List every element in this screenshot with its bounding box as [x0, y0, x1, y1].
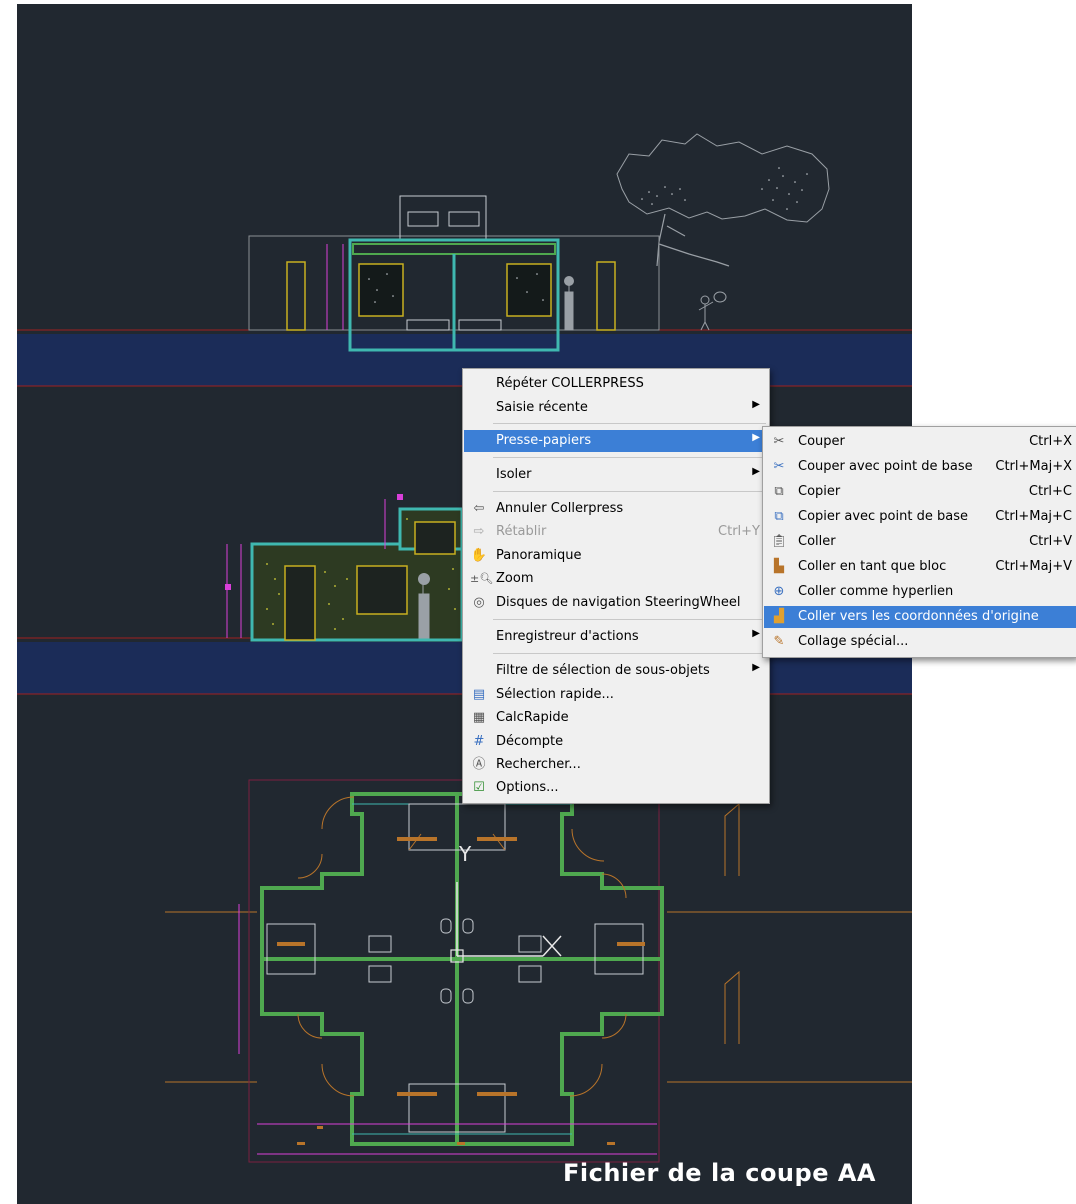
submenu-item-copy[interactable]: ⧉ Copier Ctrl+C: [764, 481, 1076, 503]
caption: Fichier de la coupe AA: [563, 1159, 876, 1187]
pan-hand-icon: ✋: [470, 548, 488, 563]
cut-icon: ✂: [773, 434, 785, 449]
undo-icon: ⇦: [473, 501, 485, 516]
submenu-item-paste-as-hyperlink[interactable]: ⊕ Coller comme hyperlien: [764, 581, 1076, 603]
copy-icon: ⧉: [774, 484, 784, 499]
submenu-arrow-icon: ▶: [752, 432, 760, 443]
child-figure: [698, 291, 727, 331]
paste-original-coords-icon: ▟: [774, 609, 784, 624]
cut-basepoint-icon: ✂: [773, 459, 785, 474]
clipboard-submenu: ✂ Couper Ctrl+X ✂ Couper avec point de b…: [762, 426, 1076, 658]
menu-item-clipboard[interactable]: Presse-papiers ▶: [464, 430, 768, 452]
paste-hyperlink-icon: ⊕: [773, 584, 785, 599]
menu-item-steeringwheel[interactable]: ◎ Disques de navigation SteeringWheel: [464, 592, 768, 614]
menu-item-options[interactable]: ☑ Options...: [464, 777, 768, 799]
menu-item-pan[interactable]: ✋ Panoramique: [464, 545, 768, 567]
tree-canopy: [616, 133, 830, 223]
menu-item-repeat-collerpress[interactable]: Répéter COLLERPRESS: [464, 373, 768, 395]
submenu-item-paste-as-block[interactable]: ▙ Coller en tant que bloc Ctrl+Maj+V: [764, 556, 1076, 578]
submenu-item-paste-original-coords[interactable]: ▟ Coller vers les coordonnées d'origine: [764, 606, 1076, 628]
menu-item-redo[interactable]: ⇨ Rétablir Ctrl+Y: [464, 521, 768, 543]
options-checkbox-icon: ☑: [473, 780, 485, 795]
menu-item-subobject-filter[interactable]: Filtre de sélection de sous-objets ▶: [464, 660, 768, 682]
submenu-item-copy-basepoint[interactable]: ⧉ Copier avec point de base Ctrl+Maj+C: [764, 506, 1076, 528]
submenu-arrow-icon: ▶: [752, 628, 760, 639]
submenu-item-cut-basepoint[interactable]: ✂ Couper avec point de base Ctrl+Maj+X: [764, 456, 1076, 478]
tree-trunk: [656, 213, 730, 267]
menu-item-quickcalc[interactable]: ▦ CalcRapide: [464, 707, 768, 729]
ucs-y-label: Y: [459, 842, 472, 866]
paste-icon: 📋︎: [770, 534, 788, 549]
zoom-icon: ±🔍︎: [470, 572, 494, 585]
menu-item-find[interactable]: Ⓐ Rechercher...: [464, 754, 768, 776]
elevation-view: [248, 195, 660, 352]
menu-item-recent-input[interactable]: Saisie récente ▶: [464, 397, 768, 419]
section-view: [225, 494, 464, 642]
calculator-icon: ▦: [472, 710, 486, 725]
steeringwheel-icon: ◎: [473, 595, 485, 610]
ucs-icon: [450, 882, 562, 963]
find-icon: Ⓐ: [472, 757, 486, 772]
floor-plan-view: [165, 779, 912, 1163]
paste-special-icon: ✎: [773, 634, 785, 649]
menu-item-count[interactable]: # Décompte: [464, 731, 768, 753]
paste-block-icon: ▙: [774, 559, 784, 574]
redo-icon: ⇨: [473, 524, 485, 539]
menu-item-zoom[interactable]: ±🔍︎ Zoom: [464, 568, 768, 590]
menu-item-action-recorder[interactable]: Enregistreur d'actions ▶: [464, 626, 768, 648]
submenu-item-cut[interactable]: ✂ Couper Ctrl+X: [764, 431, 1076, 453]
submenu-item-paste[interactable]: 📋︎ Coller Ctrl+V: [764, 531, 1076, 553]
submenu-arrow-icon: ▶: [752, 466, 760, 477]
quick-select-icon: ▤: [472, 687, 486, 702]
count-icon: #: [473, 734, 485, 749]
menu-item-isolate[interactable]: Isoler ▶: [464, 464, 768, 486]
menu-item-quick-select[interactable]: ▤ Sélection rapide...: [464, 684, 768, 706]
menu-item-undo[interactable]: ⇦ Annuler Collerpress: [464, 498, 768, 520]
copy-basepoint-icon: ⧉: [774, 509, 784, 524]
submenu-item-paste-special[interactable]: ✎ Collage spécial...: [764, 631, 1076, 653]
context-menu: Répéter COLLERPRESS Saisie récente ▶ Pre…: [462, 368, 770, 804]
submenu-arrow-icon: ▶: [752, 662, 760, 673]
submenu-arrow-icon: ▶: [752, 399, 760, 410]
